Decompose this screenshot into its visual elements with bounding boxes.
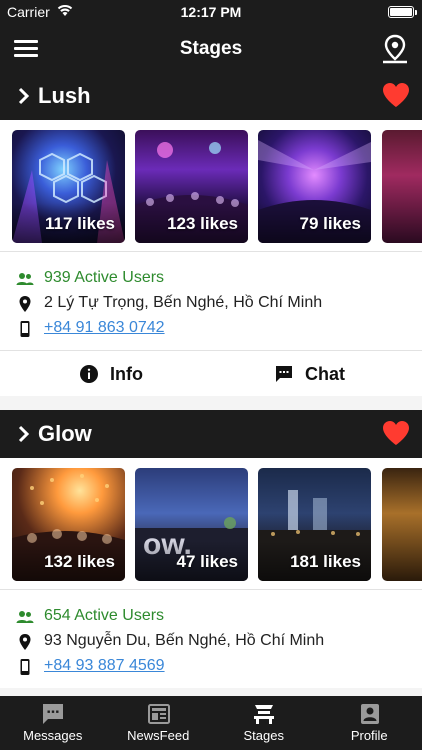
location-pin-icon — [19, 296, 31, 312]
tab-label: Messages — [23, 728, 83, 743]
heart-icon[interactable] — [382, 82, 410, 108]
likes-count: 47 likes — [176, 552, 238, 571]
chat-button[interactable]: Chat — [211, 351, 422, 397]
stage-card-glow: Glow 132 likes ow. 47 likes — [0, 410, 422, 688]
likes-count: 79 likes — [299, 214, 361, 233]
stage-info: 654 Active Users 93 Nguyễn Du, Bến Nghé,… — [0, 590, 422, 688]
photo-tile-partial[interactable] — [382, 130, 422, 243]
photo-tile[interactable]: ow. 47 likes — [135, 468, 248, 581]
photo-tile[interactable]: 123 likes — [135, 130, 248, 243]
chat-label: Chat — [305, 364, 345, 384]
group-icon — [16, 273, 34, 285]
likes-count: 117 likes — [45, 214, 115, 233]
phone-link[interactable]: +84 93 887 4569 — [44, 657, 165, 675]
chat-bubble-icon — [43, 704, 63, 724]
photo-tile[interactable]: 79 likes — [258, 130, 371, 243]
stage-name: Lush — [38, 83, 91, 108]
tab-profile[interactable]: Profile — [317, 696, 422, 750]
chat-bubble-icon — [276, 366, 292, 382]
stage-actions: Info Chat — [0, 350, 422, 396]
tab-label: Stages — [243, 728, 284, 743]
likes-count: 123 likes — [167, 214, 238, 233]
tab-messages[interactable]: Messages — [0, 696, 106, 750]
nav-bar: Stages — [0, 24, 422, 72]
page-title: Stages — [179, 38, 243, 59]
photo-tile[interactable]: 181 likes — [258, 468, 371, 581]
tab-newsfeed[interactable]: NewsFeed — [106, 696, 212, 750]
active-users-text: 939 Active Users — [44, 269, 165, 286]
info-icon — [80, 365, 98, 383]
status-bar: Carrier 12:17 PM — [0, 0, 422, 24]
stage-name: Glow — [38, 421, 92, 446]
heart-icon[interactable] — [382, 420, 410, 446]
map-pin-icon[interactable] — [380, 34, 410, 64]
info-label: Info — [110, 364, 143, 384]
likes-count: 132 likes — [44, 552, 115, 571]
info-button[interactable]: Info — [0, 351, 211, 397]
tab-stages[interactable]: Stages — [211, 696, 317, 750]
location-pin-icon — [19, 634, 31, 650]
chevron-right-icon — [18, 87, 30, 105]
tab-label: NewsFeed — [127, 728, 190, 743]
photo-strip[interactable]: 132 likes ow. 47 likes 181 — [0, 458, 422, 590]
phone-link[interactable]: +84 91 863 0742 — [44, 319, 165, 337]
group-icon — [16, 611, 34, 623]
smartphone-icon — [20, 321, 30, 337]
likes-count: 181 likes — [290, 552, 361, 571]
stage-card-lush: Lush 117 likes 123 likes 79 likes 939 Ac… — [0, 72, 422, 396]
stage-icon — [254, 705, 274, 724]
chevron-right-icon — [18, 425, 30, 443]
active-users-text: 654 Active Users — [44, 607, 165, 624]
photo-tile[interactable]: 132 likes — [12, 468, 125, 581]
stage-header[interactable]: Lush — [0, 72, 422, 120]
smartphone-icon — [20, 659, 30, 675]
tab-bar: Messages NewsFeed Stages Profile — [0, 696, 422, 750]
stages-list[interactable]: Lush 117 likes 123 likes 79 likes 939 Ac… — [0, 72, 422, 696]
battery-icon — [388, 6, 417, 18]
address-text: 2 Lý Tự Trọng, Bến Nghé, Hồ Chí Minh — [44, 294, 323, 311]
photo-tile[interactable]: 117 likes — [12, 130, 125, 243]
stage-info: 939 Active Users 2 Lý Tự Trọng, Bến Nghé… — [0, 252, 422, 350]
photo-strip[interactable]: 117 likes 123 likes 79 likes — [0, 120, 422, 252]
tab-label: Profile — [350, 728, 388, 743]
clock: 12:17 PM — [180, 4, 242, 20]
person-badge-icon — [360, 704, 379, 724]
newspaper-icon — [147, 704, 170, 724]
stage-header[interactable]: Glow — [0, 410, 422, 458]
address-text: 93 Nguyễn Du, Bến Nghé, Hồ Chí Minh — [44, 632, 325, 649]
photo-tile-partial[interactable] — [382, 468, 422, 581]
